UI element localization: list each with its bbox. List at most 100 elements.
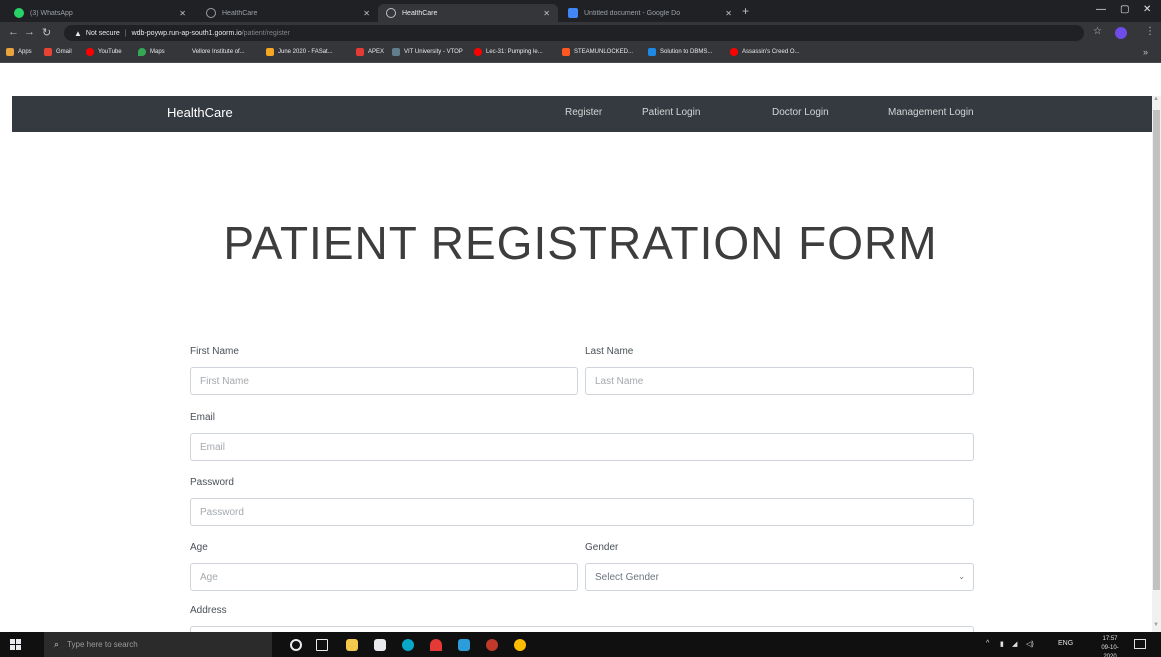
browser-tab-healthcare-1[interactable]: HealthCare ✕ [198, 4, 378, 22]
profile-avatar[interactable] [1115, 27, 1127, 39]
mail-icon[interactable] [458, 639, 470, 651]
youtube-icon [474, 48, 482, 56]
bookmarks-bar: Apps Gmail YouTube Maps Vellore Institut… [0, 44, 1161, 63]
bookmark-label: APEX [368, 49, 385, 55]
security-label: Not secure [85, 29, 120, 37]
tab-title: HealthCare [222, 9, 258, 17]
menu-kebab-icon[interactable]: ⋮ [1145, 26, 1155, 37]
close-tab-icon[interactable]: ✕ [363, 9, 370, 18]
windows-start-icon[interactable] [10, 639, 22, 651]
tab-title: HealthCare [402, 9, 438, 17]
clock-date: 09-10-2020 [1101, 645, 1119, 657]
browser-tab-healthcare-active[interactable]: HealthCare ✕ [378, 4, 558, 22]
url-separator: | [124, 29, 127, 37]
network-icon[interactable]: ◢ [1012, 640, 1017, 648]
app-icon[interactable] [430, 639, 442, 651]
browser-toolbar: ← → ↻ ▲ Not secure | wdb-poywp.run-ap-so… [0, 22, 1161, 44]
chevron-down-icon: ⌄ [958, 572, 965, 581]
last-name-label: Last Name [585, 346, 634, 357]
bookmark-label: Solution to DBMS... [660, 49, 713, 55]
scrollbar-thumb[interactable] [1153, 110, 1160, 590]
edge-icon[interactable] [402, 639, 414, 651]
bookmark-vtop[interactable]: VIT University - VTOP [392, 48, 463, 56]
bookmark-label: YouTube [98, 49, 122, 55]
nav-doctor-login-link[interactable]: Doctor Login [772, 107, 829, 118]
more-bookmarks-icon[interactable]: » [1143, 47, 1148, 57]
last-name-input[interactable] [585, 367, 974, 395]
whatsapp-icon [14, 8, 24, 18]
close-tab-icon[interactable]: ✕ [179, 9, 186, 18]
bookmark-apex[interactable]: APEX [356, 48, 384, 56]
vit-icon [180, 48, 188, 56]
maximize-icon[interactable]: ▢ [1120, 4, 1129, 15]
browser-tab-google-docs[interactable]: Untitled document - Google Do ✕ [560, 4, 740, 22]
youtube-icon [86, 48, 94, 56]
cortana-icon[interactable] [290, 639, 302, 651]
chrome-icon[interactable] [514, 639, 526, 651]
gender-select[interactable]: Select Gender ⌄ [585, 563, 974, 591]
store-icon[interactable] [374, 639, 386, 651]
bookmark-label: VIT University - VTOP [404, 49, 463, 55]
nav-register-link[interactable]: Register [565, 107, 602, 118]
windows-taskbar: ⌕ Type here to search ^ ▮ ◢ ◁) ENG 17:57… [0, 632, 1161, 657]
close-tab-icon[interactable]: ✕ [725, 9, 732, 18]
bookmark-vellore[interactable]: Vellore Institute of... [180, 48, 245, 56]
bookmark-label: June 2020 - FASat... [278, 49, 333, 55]
url-host: wdb-poywp.run-ap-south1.goorm.io [131, 29, 242, 37]
battery-icon[interactable]: ▮ [1000, 640, 1004, 648]
bookmark-gmail[interactable]: Gmail [44, 48, 72, 56]
file-explorer-icon[interactable] [346, 639, 358, 651]
nav-management-login-link[interactable]: Management Login [888, 107, 974, 118]
close-window-icon[interactable]: ✕ [1143, 4, 1151, 15]
first-name-input[interactable] [190, 367, 578, 395]
browser-tab-whatsapp[interactable]: (3) WhatsApp ✕ [6, 4, 194, 22]
scroll-down-icon[interactable]: ▼ [1153, 622, 1159, 628]
taskbar-clock[interactable]: 17:57 09-10-2020 [1096, 635, 1124, 657]
tab-title: Untitled document - Google Do [584, 9, 681, 17]
language-indicator[interactable]: ENG [1058, 640, 1073, 647]
bookmark-maps[interactable]: Maps [138, 48, 165, 56]
site-navbar: HealthCare Register Patient Login Doctor… [12, 96, 1153, 132]
bookmark-star-icon[interactable]: ☆ [1093, 26, 1102, 37]
bookmark-june-2020[interactable]: June 2020 - FASat... [266, 48, 333, 56]
scroll-up-icon[interactable]: ▲ [1153, 96, 1159, 102]
gender-label: Gender [585, 542, 619, 553]
volume-icon[interactable]: ◁) [1026, 640, 1034, 648]
warning-icon: ▲ [74, 28, 82, 38]
password-input[interactable] [190, 498, 974, 526]
opera-icon[interactable] [486, 639, 498, 651]
address-label: Address [190, 605, 227, 616]
reload-icon[interactable]: ↻ [42, 26, 51, 39]
tab-title: (3) WhatsApp [30, 9, 73, 17]
taskbar-search-box[interactable]: ⌕ Type here to search [44, 632, 272, 657]
show-hidden-icons-icon[interactable]: ^ [986, 640, 989, 647]
new-tab-icon[interactable]: + [742, 4, 749, 18]
bookmark-steamunlocked[interactable]: STEAMUNLOCKED... [562, 48, 633, 56]
email-label: Email [190, 412, 216, 423]
page-title: PATIENT REGISTRATION FORM [223, 217, 938, 269]
close-tab-icon[interactable]: ✕ [543, 9, 550, 18]
gmail-icon [44, 48, 52, 56]
apps-grid-icon [6, 48, 14, 56]
bookmark-dbms[interactable]: Solution to DBMS... [648, 48, 712, 56]
age-input[interactable] [190, 563, 578, 591]
page-scrollbar[interactable]: ▲ ▼ [1152, 96, 1161, 632]
globe-icon [386, 8, 396, 18]
email-input[interactable] [190, 433, 974, 461]
clock-time: 17:57 [1102, 636, 1118, 642]
bookmark-youtube[interactable]: YouTube [86, 48, 122, 56]
bookmark-lec-31[interactable]: Lec-31: Pumping le... [474, 48, 543, 56]
bookmark-label: Lec-31: Pumping le... [486, 49, 543, 55]
address-bar[interactable]: ▲ Not secure | wdb-poywp.run-ap-south1.g… [64, 25, 1084, 41]
nav-patient-login-link[interactable]: Patient Login [642, 107, 700, 118]
back-icon[interactable]: ← [8, 26, 19, 38]
minimize-icon[interactable]: — [1096, 4, 1106, 15]
bookmark-label: Gmail [56, 49, 72, 55]
brand-logo[interactable]: HealthCare [167, 105, 233, 120]
task-view-icon[interactable] [316, 639, 328, 651]
forward-icon[interactable]: → [24, 26, 35, 38]
notifications-icon[interactable] [1134, 639, 1146, 649]
bookmark-apps[interactable]: Apps [6, 48, 32, 56]
search-icon: ⌕ [54, 639, 60, 649]
bookmark-assassins-creed[interactable]: Assassin's Creed O... [730, 48, 800, 56]
